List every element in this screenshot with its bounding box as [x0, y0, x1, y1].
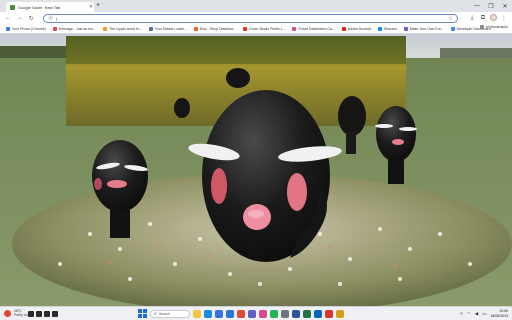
- bookmark-favicon-icon: [148, 26, 153, 31]
- widgets-icon[interactable]: [36, 311, 42, 317]
- folder-icon: [479, 25, 484, 29]
- taskbar-search[interactable]: ⌕ Search: [150, 309, 190, 318]
- window-controls: — ❐ ✕: [470, 0, 512, 12]
- bookmark-label: Deezage - Just an em...: [58, 26, 97, 31]
- tab-close-icon[interactable]: ✕: [88, 4, 94, 10]
- all-bookmarks-label: All Bookmarks: [485, 25, 508, 29]
- bookmark-favicon-icon: [450, 26, 455, 31]
- tab-title: Google Saver: New Tab: [18, 4, 61, 10]
- task-view-icon[interactable]: [44, 311, 50, 317]
- app-red-icon[interactable]: [325, 309, 333, 318]
- address-bar[interactable]: ⓖ | ☆: [43, 13, 459, 23]
- edge-icon[interactable]: [204, 309, 212, 318]
- weather-icon: [4, 309, 11, 317]
- download-icon[interactable]: ⤓: [468, 14, 476, 22]
- close-window-button[interactable]: ✕: [498, 0, 512, 12]
- menu-icon[interactable]: ⋮: [500, 14, 508, 22]
- bookmark-label: Your Phone (Chrome): [12, 26, 46, 31]
- wifi-icon[interactable]: ◠: [467, 311, 471, 317]
- bookmark-item[interactable]: Your Phone (Chrome): [4, 25, 48, 33]
- bookmark-item[interactable]: Shazam: [376, 25, 399, 33]
- settings-shortcut-icon[interactable]: [52, 311, 58, 317]
- back-icon[interactable]: ←: [4, 14, 12, 22]
- bookmark-item[interactable]: Make Your Own Em...: [402, 25, 446, 33]
- taskbar-left-icons: [28, 311, 58, 317]
- bookmark-favicon-icon: [377, 26, 382, 31]
- bookmark-item[interactable]: The crypto world fo...: [101, 25, 144, 33]
- new-tab-page: [0, 34, 512, 306]
- address-bar-value: |: [56, 15, 58, 21]
- bookmark-item[interactable]: Etsy - Shop Dashboa...: [192, 25, 238, 33]
- store-icon[interactable]: [215, 309, 223, 318]
- bookmark-favicon-icon: [193, 26, 198, 31]
- site-info-icon[interactable]: ⓖ: [48, 15, 53, 22]
- app-gold-icon[interactable]: [336, 309, 344, 318]
- bookmark-favicon-icon: [403, 26, 408, 31]
- browser-tab[interactable]: Google Saver: New Tab ✕: [6, 2, 94, 12]
- battery-icon[interactable]: ▭: [482, 311, 486, 317]
- bookmark-favicon-icon: [103, 26, 108, 31]
- bookmark-favicon-icon: [292, 26, 297, 31]
- clock-date: 18/05/2024: [490, 313, 508, 318]
- bookmark-label: Adobe Acrobat: [347, 26, 371, 31]
- bookmark-label: Your Details | catm...: [154, 26, 187, 31]
- chat-icon[interactable]: [28, 311, 34, 317]
- start-icon[interactable]: [138, 309, 147, 318]
- outlook-icon[interactable]: [314, 309, 322, 318]
- extensions-icon[interactable]: ⧉: [479, 14, 487, 22]
- reload-icon[interactable]: ↻: [27, 14, 35, 22]
- maximize-button[interactable]: ❐: [484, 0, 498, 12]
- toolbar-actions: ⤓ ⧉ ⋮: [468, 14, 508, 22]
- taskbar-apps: ⌕ Search: [138, 309, 344, 318]
- bookmark-favicon-icon: [242, 26, 247, 31]
- bookmark-label: Make Your Own Em...: [409, 26, 444, 31]
- bookmark-label: Shazam: [383, 26, 397, 31]
- mail-icon[interactable]: [226, 309, 234, 318]
- forward-icon[interactable]: →: [16, 14, 24, 22]
- browser-titlebar: Google Saver: New Tab ✕ + — ❐ ✕: [0, 0, 512, 12]
- bookmark-item[interactable]: Adobe Acrobat: [340, 25, 373, 33]
- volume-icon[interactable]: ◀: [475, 311, 478, 317]
- bookmark-item[interactable]: Deezage - Just an em...: [51, 25, 98, 33]
- bookmark-item[interactable]: Travel Destination Ca...: [290, 25, 336, 33]
- bookmark-item[interactable]: Cover Studio Public L...: [241, 25, 288, 33]
- browser-toolbar: ← → ↻ ⓖ | ☆ ⤓ ⧉ ⋮: [0, 12, 512, 24]
- chrome-icon[interactable]: [237, 309, 245, 318]
- excel-icon[interactable]: [303, 309, 311, 318]
- background-artwork: [0, 34, 512, 306]
- bookmark-label: Travel Destination Ca...: [298, 26, 335, 31]
- all-bookmarks-button[interactable]: All Bookmarks: [479, 25, 508, 29]
- bookmark-item[interactable]: Your Details | catm...: [147, 25, 189, 33]
- word-icon[interactable]: [292, 309, 300, 318]
- bookmark-favicon-icon: [52, 26, 57, 31]
- system-tray: ˄ ◠ ◀ ▭ 10:06 18/05/2024: [460, 309, 508, 318]
- star-icon[interactable]: ☆: [448, 15, 453, 23]
- settings-icon[interactable]: [281, 309, 289, 318]
- teams-icon[interactable]: [248, 309, 256, 318]
- chevron-up-icon[interactable]: ˄: [460, 311, 463, 316]
- bookmark-favicon-icon: [6, 26, 10, 31]
- new-tab-button[interactable]: +: [96, 2, 100, 10]
- system-clock[interactable]: 10:06 18/05/2024: [490, 309, 508, 318]
- bookmark-label: Etsy - Shop Dashboa...: [199, 26, 236, 31]
- leaf-icon: [10, 4, 15, 10]
- bookmarks-bar: Your Phone (Chrome) Deezage - Just an em…: [0, 24, 512, 34]
- minimize-button[interactable]: —: [470, 0, 484, 12]
- taskbar-search-placeholder: Search: [158, 311, 170, 316]
- bookmark-label: Cover Studio Public L...: [248, 26, 286, 31]
- bookmark-favicon-icon: [341, 26, 346, 31]
- profile-avatar[interactable]: [490, 14, 498, 21]
- search-icon: ⌕: [154, 310, 157, 317]
- spotify-icon[interactable]: [270, 309, 278, 318]
- windows-taskbar: 16°C Partly sunny ⌕ Search ˄ ◠ ◀ ▭ 10:06…: [0, 306, 512, 320]
- photos-icon[interactable]: [259, 309, 267, 318]
- bookmark-label: The crypto world fo...: [109, 26, 142, 31]
- file-explorer-icon[interactable]: [193, 309, 201, 318]
